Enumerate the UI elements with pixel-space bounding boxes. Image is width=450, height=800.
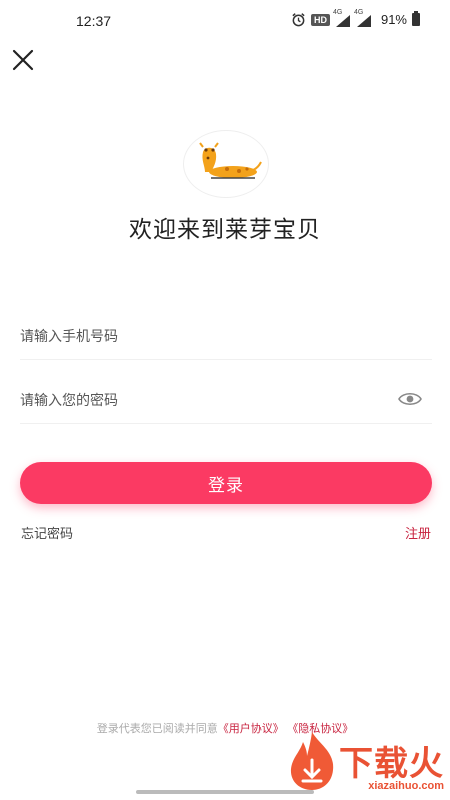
watermark-cn: 下载火 [339,744,444,784]
battery-percent: 91% [380,12,407,27]
password-field [20,378,432,424]
watermark: 下载火 xiazaihuo.com [285,730,444,792]
close-icon[interactable] [10,47,36,73]
login-button[interactable]: 登录 [20,462,432,504]
status-time: 12:37 [76,13,112,29]
home-indicator[interactable] [136,790,314,794]
forgot-password-link[interactable]: 忘记密码 [21,523,73,542]
network-label-2: 4G [353,8,364,16]
hd-badge: HD [310,13,330,26]
giraffe-logo-icon [199,142,262,179]
watermark-en: xiazaihuo.com [368,780,444,792]
user-agreement-link[interactable]: 《用户协议》 [218,722,284,735]
welcome-title: 欢迎来到莱芽宝贝 [129,217,321,243]
alarm-icon [292,13,305,27]
phone-input[interactable] [20,314,432,359]
signal-icon: 4G [333,9,351,27]
app-logo [183,130,269,198]
phone-field [20,314,432,360]
register-link[interactable]: 注册 [405,523,431,542]
network-label: 4G [332,8,343,16]
eye-icon[interactable] [398,390,422,408]
status-icons: HD 4G 4G 91% [291,9,420,27]
agreement-prefix: 登录代表您已阅读并同意 [96,722,218,735]
password-input[interactable] [20,378,432,423]
battery-icon [412,11,420,26]
signal-icon-2: 4G [354,9,372,27]
flame-download-icon [290,732,334,790]
status-bar: 12:37 HD 4G 4G 91% [0,0,450,44]
